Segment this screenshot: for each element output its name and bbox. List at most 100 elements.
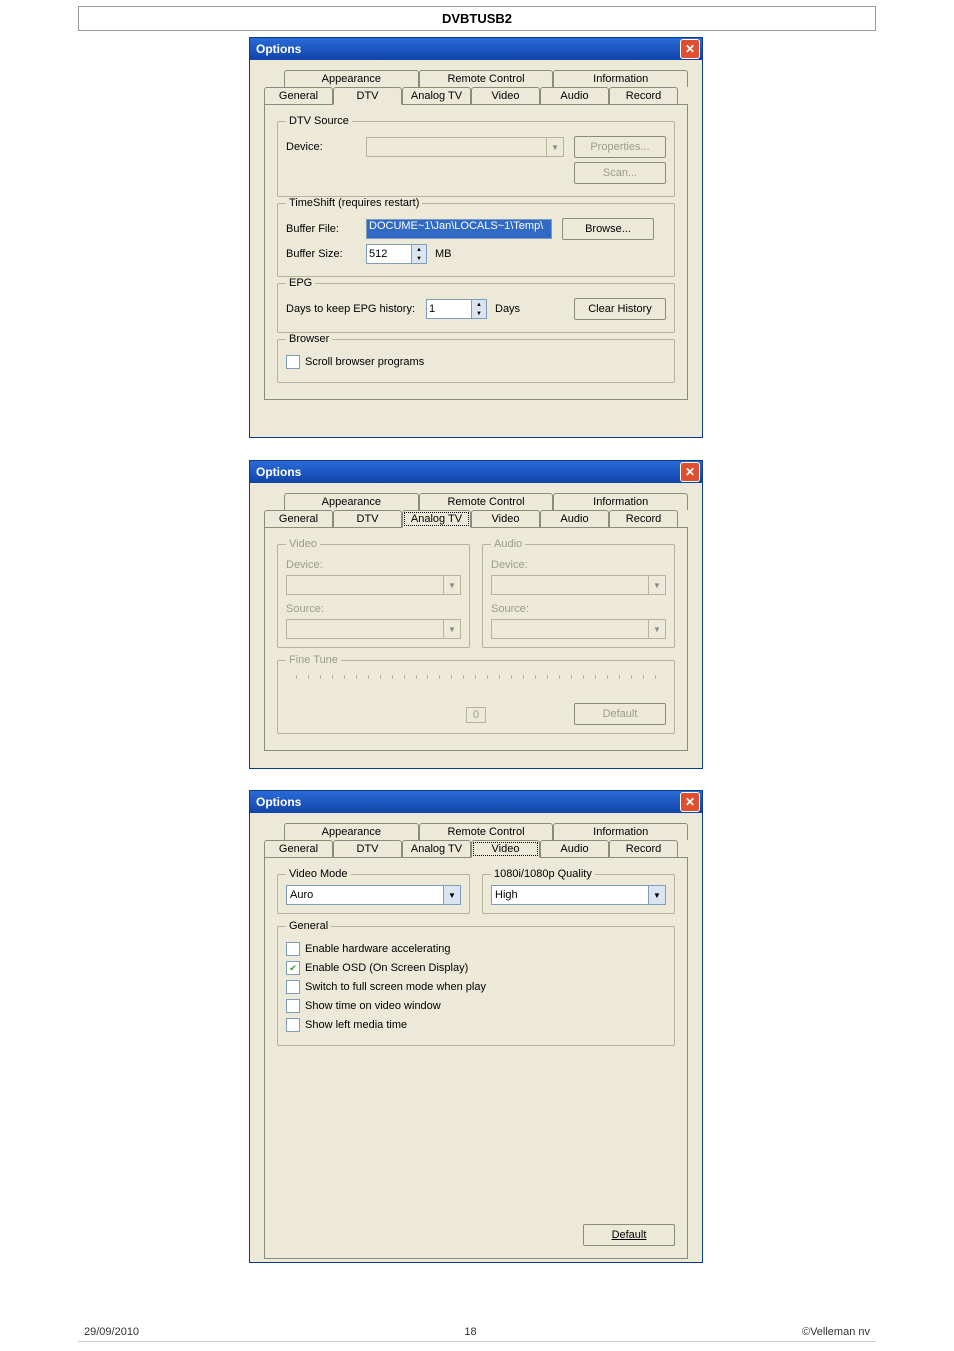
- group-browser: Browser Scroll browser programs: [277, 339, 675, 383]
- titlebar[interactable]: Options ✕: [250, 791, 702, 813]
- default-button[interactable]: Default: [583, 1224, 675, 1246]
- epg-days-input[interactable]: [426, 299, 472, 319]
- video-source-label: Source:: [286, 603, 461, 615]
- group-title: Browser: [286, 333, 332, 345]
- tab-video[interactable]: Video: [471, 840, 540, 858]
- group-timeshift: TimeShift (requires restart) Buffer File…: [277, 203, 675, 277]
- group-title: EPG: [286, 277, 315, 289]
- tab-general[interactable]: General: [264, 87, 333, 104]
- device-dropdown[interactable]: ▼: [366, 137, 564, 157]
- enable-osd-checkbox[interactable]: ✔Enable OSD (On Screen Display): [286, 961, 666, 975]
- tab-information[interactable]: Information: [553, 823, 688, 840]
- mb-label: MB: [435, 248, 452, 260]
- tab-analogtv[interactable]: Analog TV: [402, 87, 471, 104]
- tab-record[interactable]: Record: [609, 510, 678, 527]
- tab-information[interactable]: Information: [553, 70, 688, 87]
- close-icon[interactable]: ✕: [680, 39, 700, 59]
- tab-analogtv[interactable]: Analog TV: [402, 510, 471, 528]
- show-left-time-checkbox[interactable]: Show left media time: [286, 1018, 666, 1032]
- properties-button[interactable]: Properties...: [574, 136, 666, 158]
- close-icon[interactable]: ✕: [680, 462, 700, 482]
- fullscreen-on-play-checkbox[interactable]: Switch to full screen mode when play: [286, 980, 666, 994]
- group-title: DTV Source: [286, 115, 352, 127]
- video-device-label: Device:: [286, 559, 461, 571]
- footer-page: 18: [464, 1326, 476, 1338]
- spin-up-icon[interactable]: ▲: [412, 245, 426, 254]
- spin-down-icon[interactable]: ▼: [472, 309, 486, 318]
- tab-dtv[interactable]: DTV: [333, 840, 402, 857]
- spin-down-icon[interactable]: ▼: [412, 254, 426, 263]
- group-title: Video: [286, 538, 320, 550]
- tab-record[interactable]: Record: [609, 840, 678, 857]
- tab-appearance[interactable]: Appearance: [284, 493, 419, 510]
- checkbox-label: Enable hardware accelerating: [305, 943, 451, 955]
- tab-general[interactable]: General: [264, 510, 333, 527]
- tab-remote-control[interactable]: Remote Control: [419, 823, 554, 840]
- show-time-checkbox[interactable]: Show time on video window: [286, 999, 666, 1013]
- footer-company: ©Velleman nv: [802, 1326, 870, 1338]
- quality-dropdown[interactable]: High ▼: [491, 885, 666, 905]
- chevron-down-icon: ▼: [648, 620, 665, 638]
- footer-date: 29/09/2010: [84, 1326, 139, 1338]
- spin-up-icon[interactable]: ▲: [472, 300, 486, 309]
- enable-hw-accel-checkbox[interactable]: Enable hardware accelerating: [286, 942, 666, 956]
- tab-appearance[interactable]: Appearance: [284, 70, 419, 87]
- tab-record[interactable]: Record: [609, 87, 678, 104]
- days-unit: Days: [495, 303, 520, 315]
- buffer-file-input[interactable]: DOCUME~1\Jan\LOCALS~1\Temp\: [366, 219, 552, 239]
- tab-analogtv[interactable]: Analog TV: [402, 840, 471, 857]
- options-dialog-analogtv: Options ✕ Appearance Remote Control Info…: [249, 460, 703, 769]
- epg-days-label: Days to keep EPG history:: [286, 303, 426, 315]
- chevron-down-icon: ▼: [546, 138, 563, 156]
- document-header: DVBTUSB2: [78, 6, 876, 31]
- tab-video[interactable]: Video: [471, 87, 540, 104]
- audio-device-dropdown: ▼: [491, 575, 666, 595]
- video-mode-dropdown[interactable]: Auro ▼: [286, 885, 461, 905]
- chevron-down-icon: ▼: [648, 576, 665, 594]
- close-icon[interactable]: ✕: [680, 792, 700, 812]
- audio-source-dropdown: ▼: [491, 619, 666, 639]
- group-finetune: Fine Tune 0 Default: [277, 660, 675, 734]
- titlebar[interactable]: Options ✕: [250, 38, 702, 60]
- titlebar[interactable]: Options ✕: [250, 461, 702, 483]
- tab-dtv[interactable]: DTV: [333, 510, 402, 527]
- checkbox-label: Switch to full screen mode when play: [305, 981, 486, 993]
- tab-remote-control[interactable]: Remote Control: [419, 493, 554, 510]
- epg-days-spinner[interactable]: ▲▼: [426, 299, 487, 319]
- default-button[interactable]: Default: [574, 703, 666, 725]
- tab-video[interactable]: Video: [471, 510, 540, 527]
- tab-audio[interactable]: Audio: [540, 87, 609, 104]
- checkbox-icon: [286, 980, 300, 994]
- tab-appearance[interactable]: Appearance: [284, 823, 419, 840]
- tab-dtv[interactable]: DTV: [333, 87, 402, 105]
- browse-button[interactable]: Browse...: [562, 218, 654, 240]
- group-quality: 1080i/1080p Quality High ▼: [482, 874, 675, 914]
- options-dialog-dtv: Options ✕ Appearance Remote Control Info…: [249, 37, 703, 438]
- scan-button[interactable]: Scan...: [574, 162, 666, 184]
- tab-remote-control[interactable]: Remote Control: [419, 70, 554, 87]
- video-device-dropdown: ▼: [286, 575, 461, 595]
- window-title: Options: [252, 795, 301, 809]
- group-dtv-source: DTV Source Device: ▼ Properties... Scan.…: [277, 121, 675, 197]
- tab-information[interactable]: Information: [553, 493, 688, 510]
- buffer-file-label: Buffer File:: [286, 223, 366, 235]
- buffer-size-input[interactable]: [366, 244, 412, 264]
- tab-audio[interactable]: Audio: [540, 840, 609, 857]
- tab-general[interactable]: General: [264, 840, 333, 857]
- buffer-size-spinner[interactable]: ▲▼: [366, 244, 427, 264]
- options-dialog-video: Options ✕ Appearance Remote Control Info…: [249, 790, 703, 1263]
- checkbox-icon: ✔: [286, 961, 300, 975]
- window-title: Options: [252, 42, 301, 56]
- checkbox-label: Scroll browser programs: [305, 356, 424, 368]
- scroll-browser-checkbox[interactable]: Scroll browser programs: [286, 355, 666, 369]
- device-label: Device:: [286, 141, 366, 153]
- group-title: Fine Tune: [286, 654, 341, 666]
- video-source-dropdown: ▼: [286, 619, 461, 639]
- group-audio: Audio Device: ▼ Source: ▼: [482, 544, 675, 648]
- group-title: TimeShift (requires restart): [286, 197, 422, 209]
- window-title: Options: [252, 465, 301, 479]
- tab-audio[interactable]: Audio: [540, 510, 609, 527]
- checkbox-icon: [286, 999, 300, 1013]
- clear-history-button[interactable]: Clear History: [574, 298, 666, 320]
- group-title: General: [286, 920, 331, 932]
